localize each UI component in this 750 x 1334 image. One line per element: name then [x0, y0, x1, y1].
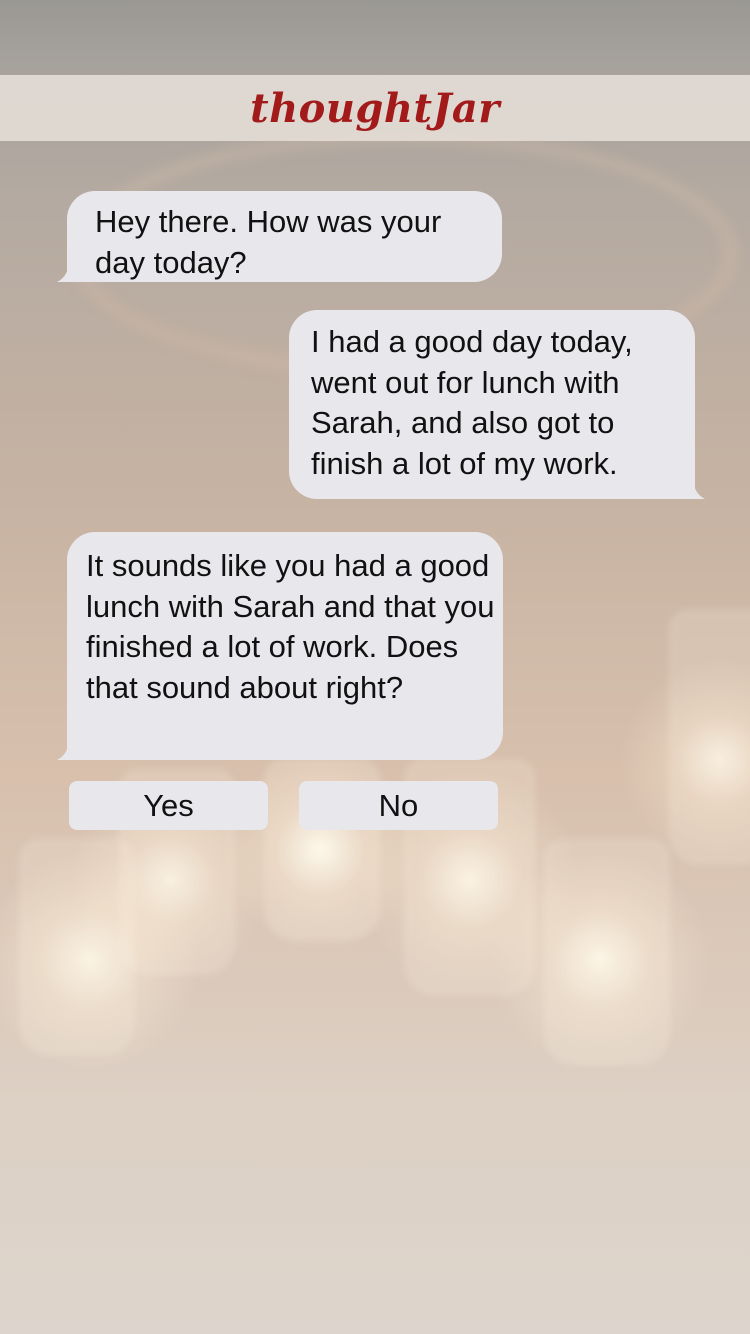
no-button[interactable]: No [299, 781, 498, 830]
message-text: I had a good day today, went out for lun… [311, 324, 633, 481]
bubble-tail [57, 738, 79, 760]
background-jar [545, 840, 669, 1064]
background-jar [20, 840, 134, 1054]
bubble-tail [683, 477, 705, 499]
message-text: It sounds like you had a good lunch with… [86, 548, 495, 705]
message-text: Hey there. How was your day today? [95, 204, 442, 280]
background-jar [670, 610, 750, 864]
yes-button[interactable]: Yes [69, 781, 268, 830]
app-logo: thoughtJar [250, 84, 500, 132]
user-message-bubble: I had a good day today, went out for lun… [289, 310, 705, 499]
app-header: thoughtJar [0, 75, 750, 141]
bubble-tail [57, 260, 79, 282]
bot-message-bubble: It sounds like you had a good lunch with… [57, 532, 503, 760]
bot-message-bubble: Hey there. How was your day today? [57, 191, 502, 282]
